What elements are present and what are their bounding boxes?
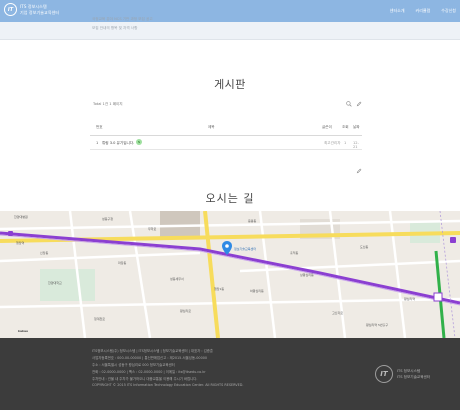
map-label: 성동세무서 (170, 277, 184, 281)
notice-overlay: 국정교육 분야 NCS 기반 과정 모집 공고 모집 안내의 항목 및 자격 사… (0, 17, 460, 40)
map-label: 하왕십리동 (250, 289, 264, 293)
map-label: 왕십리로 (180, 309, 192, 313)
footer-line: ITS정보시스템(주) 정보시스템 | ITS정보시스템 | 정보기술교육센터 … (92, 349, 213, 353)
column-header-writer: 글쓴이 (322, 125, 332, 129)
main-nav: 센터소개 커리큘럼 수강신청 (390, 8, 456, 14)
row-writer: 최고관리자 (324, 141, 341, 145)
nav-item-curriculum[interactable]: 커리큘럼 (416, 8, 431, 14)
map-label: 성동구청 (102, 217, 114, 221)
map-canvas (0, 211, 460, 338)
row-date: 12-21 (353, 141, 359, 149)
board-title: 게시판 (214, 78, 246, 91)
overlay-text-1: 국정교육 분야 NCS 기반 과정 모집 공고 (92, 17, 153, 21)
write-pencil-icon[interactable] (356, 168, 362, 174)
map-label: 고산자로 (332, 311, 344, 315)
map-label: 홍익동 (290, 251, 299, 255)
map-label: 행당역 (16, 241, 25, 245)
overlay-text-2: 모집 안내의 항목 및 자격 사항 (92, 26, 138, 30)
location-map[interactable]: 정보기술교육센터 한양대병원 성동구청 응봉동 행당역 왕십리역 마장동 홍익동… (0, 211, 460, 338)
map-label: 상왕십리동 (300, 273, 314, 277)
logo-mark-icon: IT (4, 3, 17, 16)
table-header-row: 번호 제목 글쓴이 조회 날짜 (90, 118, 362, 136)
map-provider-logo[interactable]: kakao (18, 329, 28, 333)
footer-logo-icon: IT (375, 365, 393, 383)
column-header-views: 조회 (342, 125, 349, 129)
map-label: 무학로 (148, 227, 157, 231)
row-views: 1 (344, 141, 347, 145)
map-label: 신당동 (40, 251, 49, 255)
footer-copyright: COPYRIGHT © 2015 ITS Information Technol… (92, 383, 244, 387)
row-title-link[interactable]: 튜링 3.0 유기입니다. (102, 141, 134, 146)
table-row[interactable]: 1 튜링 3.0 유기입니다. N 최고관리자 1 12-21 (90, 136, 362, 150)
nav-item-about[interactable]: 센터소개 (390, 8, 405, 14)
row-number: 1 (96, 141, 99, 145)
footer-line: 주소 : 서울특별시 성동구 왕십리로 000 정보기술교육센터 (92, 363, 175, 367)
brand-logo[interactable]: IT ITS 정보시스템 기업 정보기술교육센터 (4, 3, 59, 16)
column-header-title: 제목 (208, 125, 215, 129)
directions-title: 오시는 길 (205, 192, 255, 205)
brand-name: ITS 정보시스템 기업 정보기술교육센터 (20, 3, 60, 15)
map-label: 왕십리역 (404, 297, 416, 301)
search-icon[interactable] (346, 101, 352, 107)
write-pencil-icon[interactable] (356, 101, 362, 107)
footer-line: 전화 : 02-0000-0000 | 팩스 : 02-0000-0000 | … (92, 370, 206, 374)
map-label: 행당1동 (214, 287, 225, 291)
top-navigation-bar: IT ITS 정보시스템 기업 정보기술교육센터 센터소개 커리큘럼 수강신청 (0, 0, 460, 22)
map-label: 마장동 (118, 261, 127, 265)
map-label: 도선동 (360, 245, 369, 249)
column-header-number: 번호 (96, 125, 103, 129)
footer-line: 주차안내 : 건물 내 주차가 불가하오니 대중교통을 이용해 주시기 바랍니다… (92, 377, 198, 381)
column-header-date: 날짜 (353, 125, 360, 129)
nav-item-apply[interactable]: 수강신청 (441, 8, 456, 14)
footer-line: 사업자등록번호 : 000-00-00000 | 통신판매업신고 : 제2015… (92, 356, 208, 360)
location-pin-icon[interactable] (222, 241, 232, 255)
board-total-count: Total 1건 1 페이지 (93, 102, 123, 106)
new-post-badge: N (136, 139, 142, 145)
map-label: 응봉동 (248, 219, 257, 223)
map-label: 한양대병원 (14, 215, 28, 219)
footer-brand: ITS 정보시스템 ITS 정보기술교육센터 (397, 369, 431, 379)
page-root: IT ITS 정보시스템 기업 정보기술교육센터 센터소개 커리큘럼 수강신청 … (0, 0, 460, 410)
site-footer: ITS정보시스템(주) 정보시스템 | ITS정보시스템 | 정보기술교육센터 … (0, 338, 460, 410)
board-table: 번호 제목 글쓴이 조회 날짜 1 튜링 3.0 유기입니다. N 최고관리자 … (90, 118, 362, 150)
map-marker-label: 정보기술교육센터 (234, 247, 257, 251)
map-label: 한양대학교 (48, 281, 62, 285)
map-label: 청계천로 (94, 317, 106, 321)
map-label: 왕십리역 5번출구 (366, 323, 389, 327)
